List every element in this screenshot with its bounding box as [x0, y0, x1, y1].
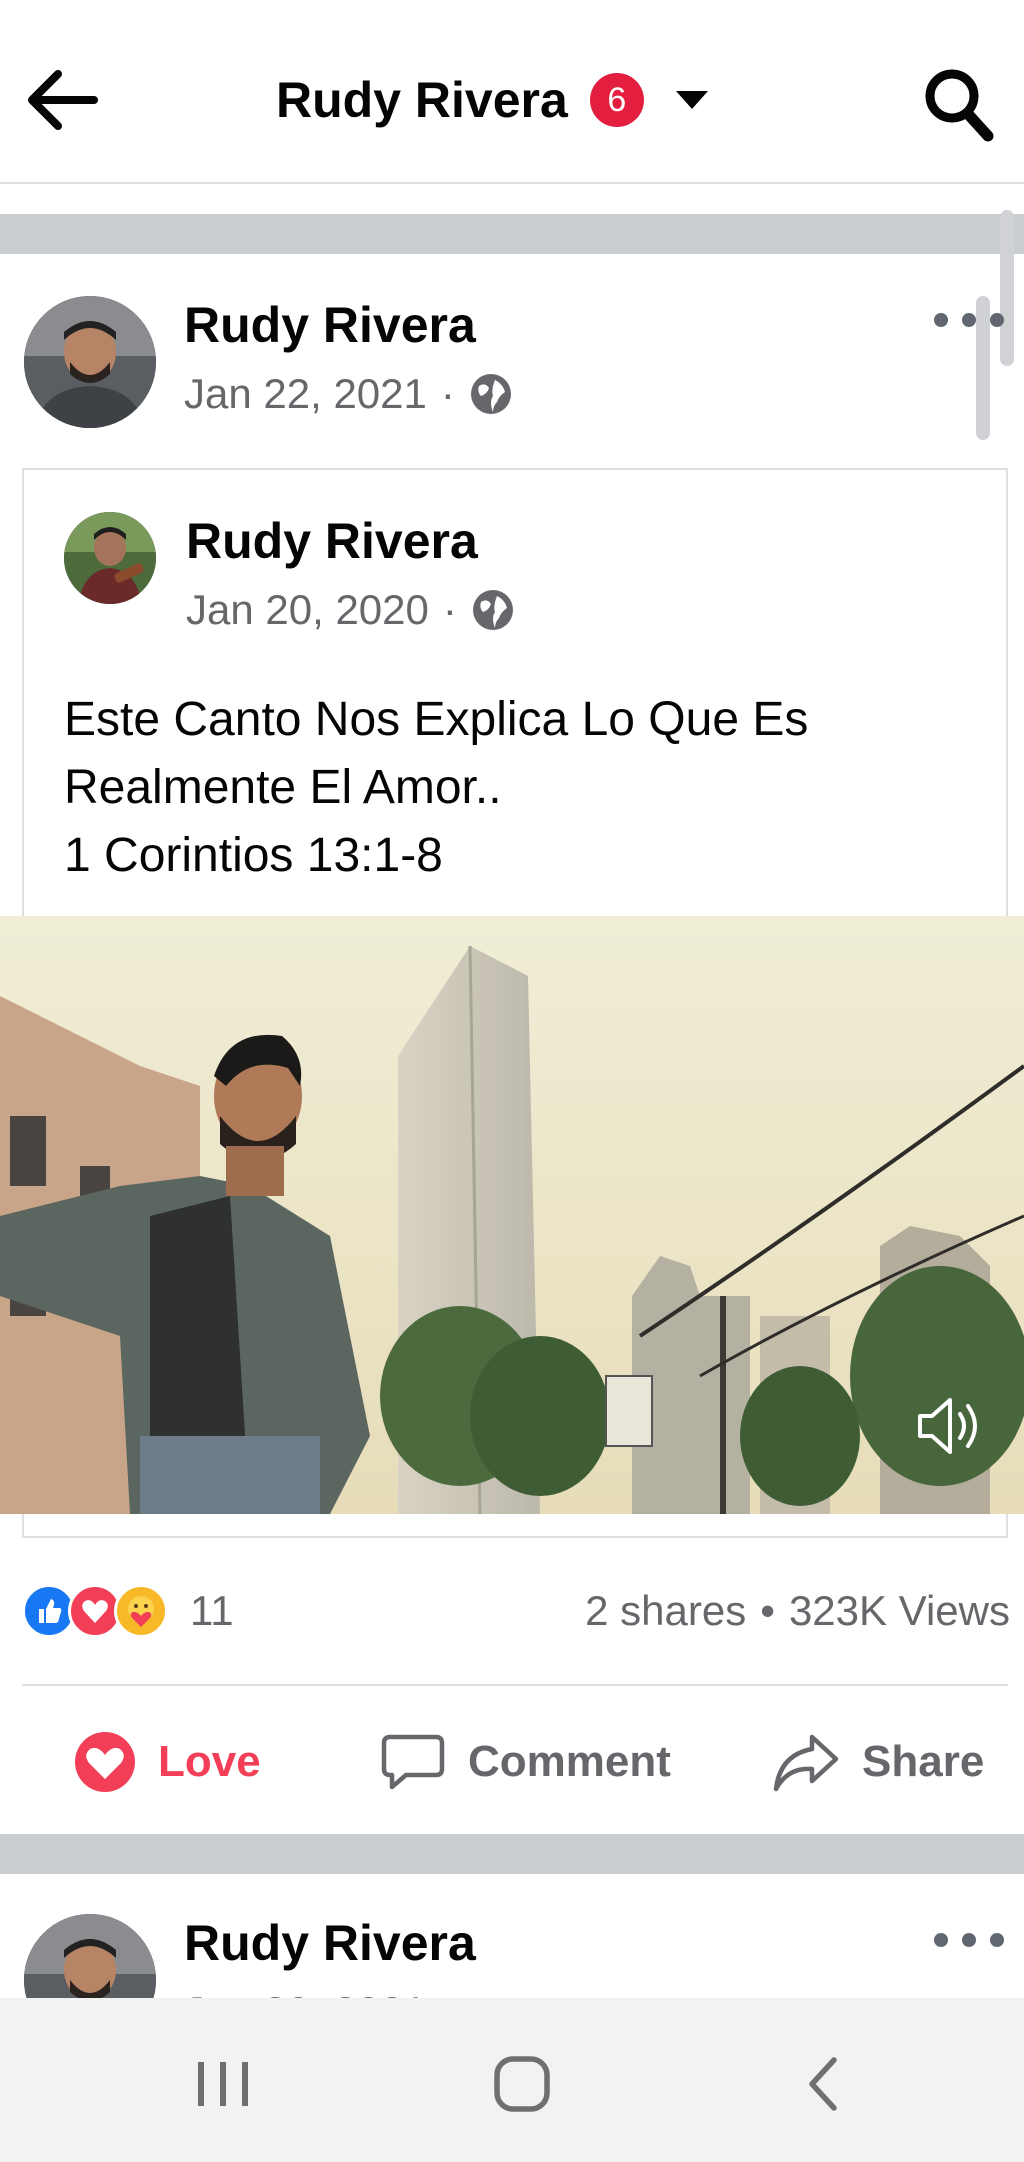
next-post-author-name[interactable]: Rudy Rivera: [184, 1914, 476, 1972]
post-stats: 2 shares • 323K Views: [585, 1584, 1010, 1638]
scrollbar[interactable]: [1000, 210, 1014, 366]
comment-button[interactable]: Comment: [380, 1722, 671, 1802]
shared-post-date[interactable]: Jan 20, 2020: [186, 586, 429, 634]
stats-bullet: •: [760, 1587, 775, 1634]
share-icon: [773, 1734, 839, 1792]
author-avatar[interactable]: [24, 296, 156, 428]
love-label: Love: [158, 1737, 261, 1786]
shares-count[interactable]: 2 shares: [585, 1587, 746, 1635]
globe-icon: [472, 590, 513, 630]
home-icon[interactable]: [492, 2054, 552, 2114]
comment-icon: [381, 1734, 445, 1790]
reactions-count: 11: [190, 1587, 234, 1634]
love-filled-icon: [75, 1732, 135, 1792]
caret-down-icon: [675, 91, 708, 109]
shared-author-name[interactable]: Rudy Rivera: [186, 512, 478, 570]
top-bar: Rudy Rivera 6: [0, 0, 1024, 184]
more-options-icon[interactable]: [934, 1928, 1004, 1952]
comment-label: Comment: [468, 1737, 671, 1786]
system-back-icon[interactable]: [798, 2054, 848, 2114]
post-author-name[interactable]: Rudy Rivera: [184, 296, 476, 354]
recent-apps-icon[interactable]: [190, 2056, 256, 2112]
globe-icon: [470, 374, 511, 414]
volume-icon[interactable]: [912, 1388, 988, 1464]
feed-separator: [0, 214, 1024, 254]
profile-switcher[interactable]: Rudy Rivera 6: [276, 64, 708, 136]
post-text: Este Canto Nos Explica Lo Que Es Realmen…: [64, 693, 809, 882]
care-reaction-icon: [114, 1584, 168, 1638]
love-button[interactable]: Love: [74, 1722, 261, 1802]
nav-bar-edge: [0, 1998, 1024, 2002]
divider: [22, 1684, 1008, 1686]
reactions-summary[interactable]: 11: [22, 1584, 234, 1638]
post-date[interactable]: Jan 22, 2021: [184, 370, 427, 418]
shared-author-avatar[interactable]: [64, 512, 156, 604]
page-title: Rudy Rivera: [276, 72, 568, 128]
post-meta: Jan 22, 2021 ·: [184, 370, 513, 418]
share-label: Share: [862, 1737, 985, 1786]
shared-post-meta: Jan 20, 2020 ·: [186, 586, 515, 634]
meta-dot: ·: [440, 370, 455, 417]
search-icon[interactable]: [918, 64, 998, 144]
notification-badge: 6: [589, 73, 644, 127]
share-button[interactable]: Share: [772, 1722, 984, 1802]
video-player[interactable]: [0, 916, 1024, 1514]
system-nav-bar: [0, 2002, 1024, 2162]
shared-post-frame: [22, 1514, 1008, 1538]
feed-separator: [0, 1834, 1024, 1874]
more-options-icon[interactable]: [934, 308, 1004, 332]
meta-dot: ·: [442, 586, 457, 633]
back-arrow-icon[interactable]: [22, 60, 102, 140]
views-count: 323K Views: [788, 1587, 1010, 1634]
